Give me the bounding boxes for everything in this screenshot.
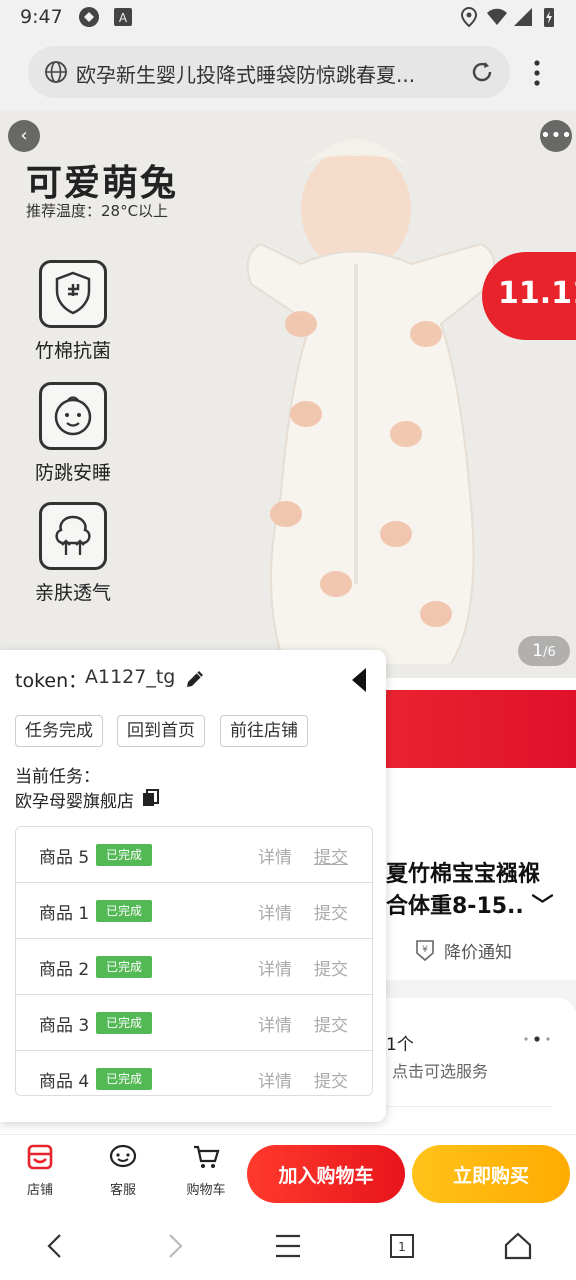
feature-sleep: 防跳安睡	[28, 382, 118, 485]
detail-link[interactable]: 详情	[258, 843, 292, 868]
list-item: 商品 5 已完成 详情 提交	[16, 827, 372, 883]
tab-store[interactable]: 店铺	[10, 1143, 70, 1198]
service-hint: 点击可选服务	[392, 1062, 489, 1081]
detail-link[interactable]: 详情	[258, 1011, 292, 1036]
feature-label: 防跳安睡	[34, 462, 111, 484]
tree-arrows-icon	[39, 502, 107, 570]
system-navigation-bar: 1	[0, 1212, 576, 1280]
list-item: 商品 4 已完成 详情 提交	[16, 1051, 372, 1095]
browser-toolbar: 欧孕新生婴儿投降式睡袋防惊跳春夏...	[0, 36, 576, 110]
item-name: 商品 2	[39, 960, 90, 980]
svg-text:A: A	[119, 11, 128, 25]
status-time: 9:47	[20, 6, 63, 28]
product-title-line1: 夏竹棉宝宝襁褓	[386, 862, 541, 887]
battery-icon	[544, 8, 554, 27]
app-notification-icon	[79, 7, 99, 27]
status-badge: 已完成	[96, 1012, 152, 1034]
item-name: 商品 3	[39, 1016, 90, 1036]
chat-face-icon	[109, 1144, 137, 1168]
status-badge: 已完成	[96, 900, 152, 922]
tab-customer-service[interactable]: 客服	[93, 1143, 153, 1198]
back-home-button[interactable]: 回到首页	[117, 715, 205, 747]
current-task-label: 当前任务：	[15, 767, 100, 787]
item-name: 商品 5	[39, 848, 90, 868]
buy-now-button[interactable]: 立即购买	[412, 1145, 570, 1203]
go-to-store-button[interactable]: 前往店铺	[220, 715, 308, 747]
status-bar: 9:47 A	[0, 0, 576, 36]
feature-breathable: 亲肤透气	[28, 502, 118, 605]
tabs-count-icon[interactable]: 1	[386, 1230, 418, 1262]
cart-icon	[194, 1145, 220, 1168]
submit-link[interactable]: 提交	[314, 899, 348, 924]
reload-icon[interactable]	[468, 58, 496, 86]
item-name: 商品 4	[39, 1072, 90, 1092]
service-count: 1个	[386, 1035, 414, 1055]
more-options-icon[interactable]	[522, 1034, 552, 1044]
a-notification-icon: A	[114, 8, 132, 26]
back-icon[interactable]	[40, 1230, 72, 1262]
feature-label: 竹棉抗菌	[34, 340, 111, 362]
list-item: 商品 3 已完成 详情 提交	[16, 995, 372, 1051]
detail-link[interactable]: 详情	[258, 955, 292, 980]
hero-subtitle: 推荐温度：28°C以上	[26, 202, 169, 220]
submit-link[interactable]: 提交	[314, 955, 348, 980]
copy-icon[interactable]	[142, 789, 160, 807]
add-to-cart-button[interactable]: 加入购物车	[247, 1145, 405, 1203]
list-item: 商品 2 已完成 详情 提交	[16, 939, 372, 995]
back-arrow-icon[interactable]: ‹	[8, 120, 40, 152]
tab-label: 购物车	[186, 1183, 226, 1198]
page-title-url[interactable]: 欧孕新生婴儿投降式睡袋防惊跳春夏...	[76, 59, 456, 88]
baby-face-icon	[39, 382, 107, 450]
list-item: 商品 1 已完成 详情 提交	[16, 883, 372, 939]
hero-title: 可爱萌兔	[26, 163, 179, 204]
task-panel: token： A1127_tg 任务完成 回到首页 前往店铺 当前任务： 欧孕母…	[0, 650, 386, 1122]
tab-cart[interactable]: 购物车	[176, 1143, 236, 1198]
price-tag-icon[interactable]: ¥	[414, 938, 436, 962]
task-list: 商品 5 已完成 详情 提交 商品 1 已完成 详情 提交 商品 2 已完成 详…	[15, 826, 373, 1096]
svg-text:¥: ¥	[422, 945, 428, 955]
wifi-icon	[487, 8, 507, 25]
tab-label: 店铺	[26, 1183, 53, 1198]
more-dots-icon[interactable]: •••	[540, 120, 572, 152]
double-eleven-badge: 11.11	[482, 252, 576, 340]
edit-pencil-icon[interactable]	[184, 668, 206, 690]
feature-label: 亲肤透气	[34, 582, 111, 604]
task-complete-button[interactable]: 任务完成	[15, 715, 103, 747]
shield-icon	[39, 260, 107, 328]
svg-text:1: 1	[398, 1240, 406, 1254]
divider	[386, 1106, 552, 1107]
status-badge: 已完成	[96, 956, 152, 978]
baby-sleep-sack-photo	[246, 139, 496, 664]
signal-icon	[514, 8, 532, 26]
submit-link[interactable]: 提交	[314, 843, 348, 868]
home-icon[interactable]	[502, 1230, 534, 1262]
status-badge: 已完成	[96, 844, 152, 866]
tab-label: 客服	[109, 1183, 136, 1198]
image-page-indicator: 1/6	[518, 636, 570, 666]
submit-link[interactable]: 提交	[314, 1067, 348, 1092]
status-badge: 已完成	[96, 1068, 152, 1090]
item-name: 商品 1	[39, 904, 90, 924]
current-store-name: 欧孕母婴旗舰店	[15, 792, 134, 812]
location-icon	[460, 6, 478, 28]
store-icon	[27, 1144, 53, 1170]
purchase-action-bar: 店铺 客服 购物车 加入购物车 立即购买	[0, 1134, 576, 1212]
forward-icon[interactable]	[158, 1230, 190, 1262]
price-notify-link[interactable]: 降价通知	[444, 938, 512, 963]
token-label: token：	[15, 670, 88, 692]
product-title-line2: 合体重8-15.. ﹀	[386, 894, 554, 919]
token-value: A1127_tg	[85, 666, 176, 688]
feature-bamboo: 竹棉抗菌	[28, 260, 118, 363]
menu-icon[interactable]	[272, 1230, 304, 1262]
product-image-carousel[interactable]: 可爱萌兔 推荐温度：28°C以上 竹棉抗菌 防跳安睡 亲肤透气 11.11	[0, 110, 576, 678]
address-bar[interactable]: 欧孕新生婴儿投降式睡袋防惊跳春夏...	[28, 46, 510, 98]
detail-link[interactable]: 详情	[258, 1067, 292, 1092]
detail-link[interactable]: 详情	[258, 899, 292, 924]
more-menu-icon[interactable]	[526, 58, 548, 88]
collapse-panel-icon[interactable]	[350, 666, 368, 694]
globe-icon	[45, 61, 67, 83]
submit-link[interactable]: 提交	[314, 1011, 348, 1036]
